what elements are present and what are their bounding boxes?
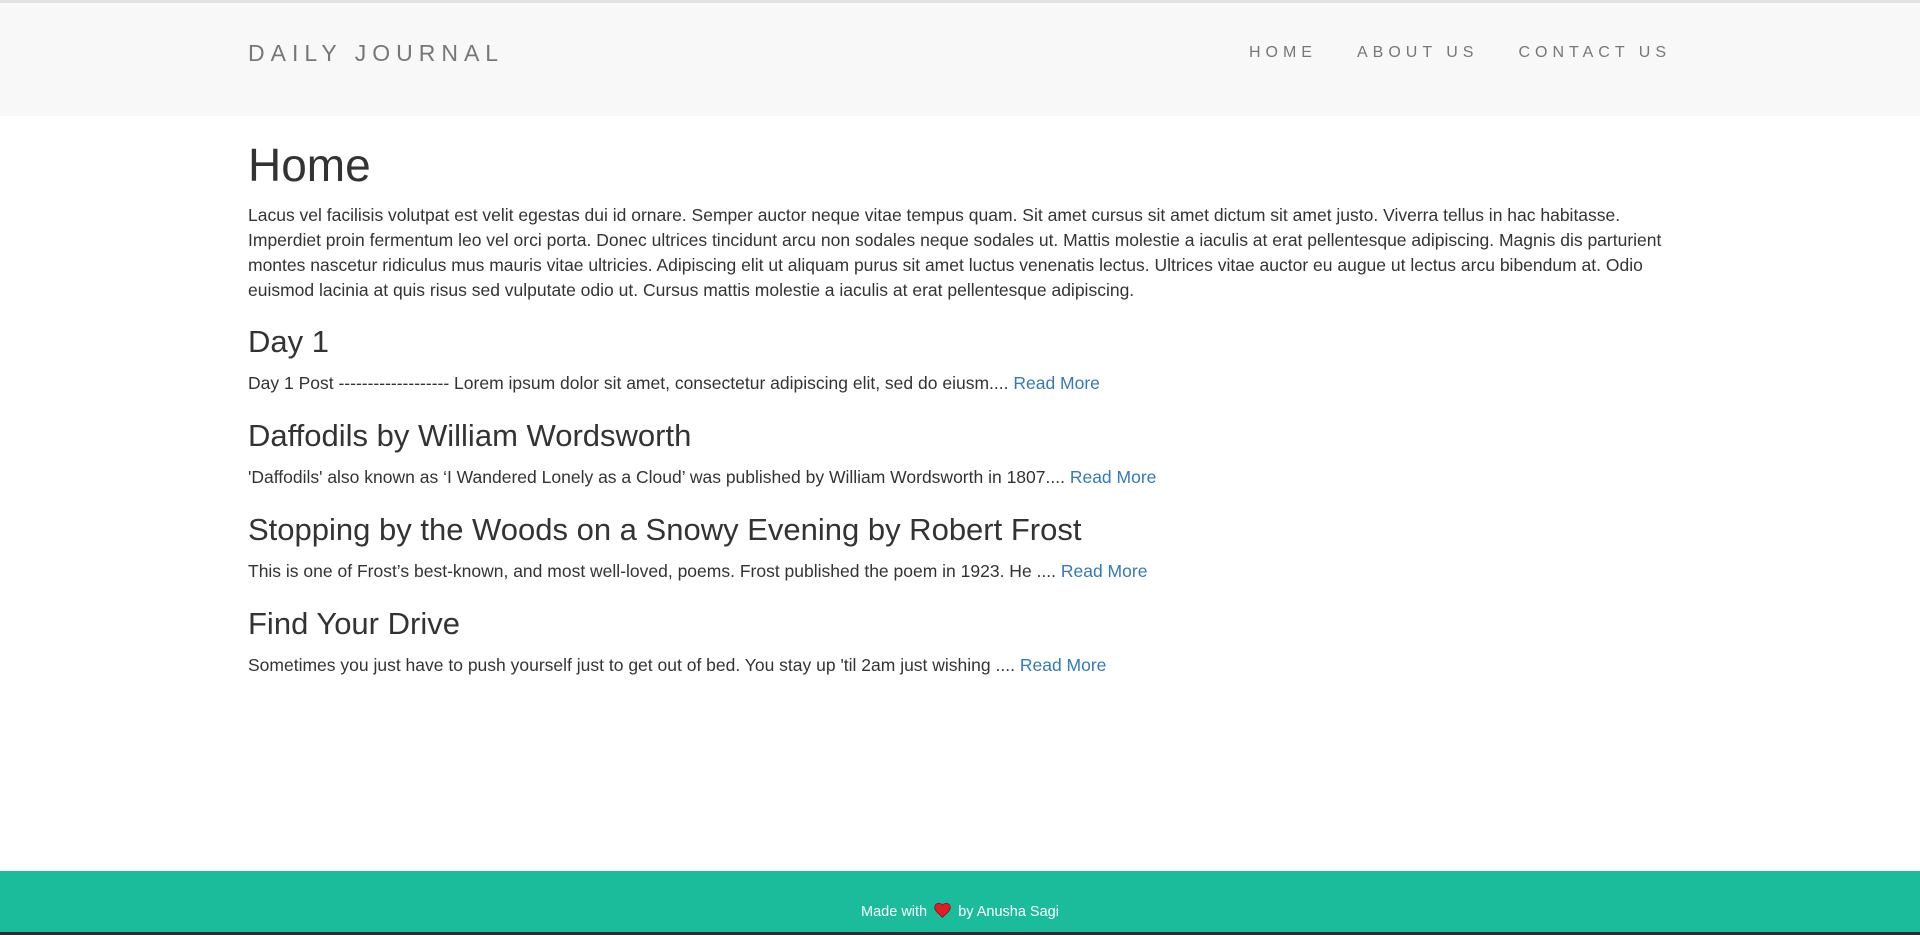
nav-menu: HOME ABOUT US CONTACT US xyxy=(1249,44,1671,62)
post-item: Stopping by the Woods on a Snowy Evening… xyxy=(248,511,1672,584)
navbar: DAILY JOURNAL HOME ABOUT US CONTACT US xyxy=(0,3,1920,116)
post-excerpt: Day 1 Post ------------------- Lorem ips… xyxy=(248,371,1672,396)
nav-link-about-us[interactable]: ABOUT US xyxy=(1357,44,1479,61)
post-title: Daffodils by William Wordsworth xyxy=(248,417,692,453)
intro-paragraph: Lacus vel facilisis volutpat est velit e… xyxy=(248,204,1662,300)
footer-credit: Made with by Anusha Sagi xyxy=(0,903,1920,920)
post-excerpt-text: Sometimes you just have to push yourself… xyxy=(248,654,1015,675)
nav-item-home: HOME xyxy=(1249,44,1317,62)
read-more-link[interactable]: Read More xyxy=(1020,655,1107,675)
heart-icon xyxy=(934,903,951,918)
nav-item-about: ABOUT US xyxy=(1357,44,1479,62)
read-more-link[interactable]: Read More xyxy=(1070,467,1157,487)
post-title: Stopping by the Woods on a Snowy Evening… xyxy=(248,511,1082,547)
post-excerpt-text: This is one of Frost’s best-known, and m… xyxy=(248,560,1056,581)
nav-link-home[interactable]: HOME xyxy=(1249,44,1317,61)
read-more-link[interactable]: Read More xyxy=(1013,373,1100,393)
page-title: Home xyxy=(248,139,371,191)
post-item: Find Your Drive Sometimes you just have … xyxy=(248,605,1672,678)
post-excerpt: 'Daffodils' also known as ‘I Wandered Lo… xyxy=(248,465,1672,490)
post-excerpt-text: Day 1 Post ------------------- Lorem ips… xyxy=(248,372,1009,393)
post-excerpt: This is one of Frost’s best-known, and m… xyxy=(248,559,1672,584)
footer: Made with by Anusha Sagi xyxy=(0,871,1920,935)
post-item: Daffodils by William Wordsworth 'Daffodi… xyxy=(248,417,1672,490)
post-title: Day 1 xyxy=(248,323,329,359)
post-excerpt: Sometimes you just have to push yourself… xyxy=(248,653,1672,678)
nav-link-contact-us[interactable]: CONTACT US xyxy=(1518,44,1671,61)
read-more-link[interactable]: Read More xyxy=(1061,561,1148,581)
post-excerpt-text: 'Daffodils' also known as ‘I Wandered Lo… xyxy=(248,466,1065,487)
main-content: Home Lacus vel facilisis volutpat est ve… xyxy=(248,116,1672,701)
footer-author: by Anusha Sagi xyxy=(958,904,1059,920)
nav-item-contact: CONTACT US xyxy=(1518,44,1671,62)
post-title: Find Your Drive xyxy=(248,605,460,641)
post-item: Day 1 Day 1 Post ------------------- Lor… xyxy=(248,323,1672,396)
brand-logo[interactable]: DAILY JOURNAL xyxy=(248,40,504,67)
footer-made-with: Made with xyxy=(861,904,928,920)
